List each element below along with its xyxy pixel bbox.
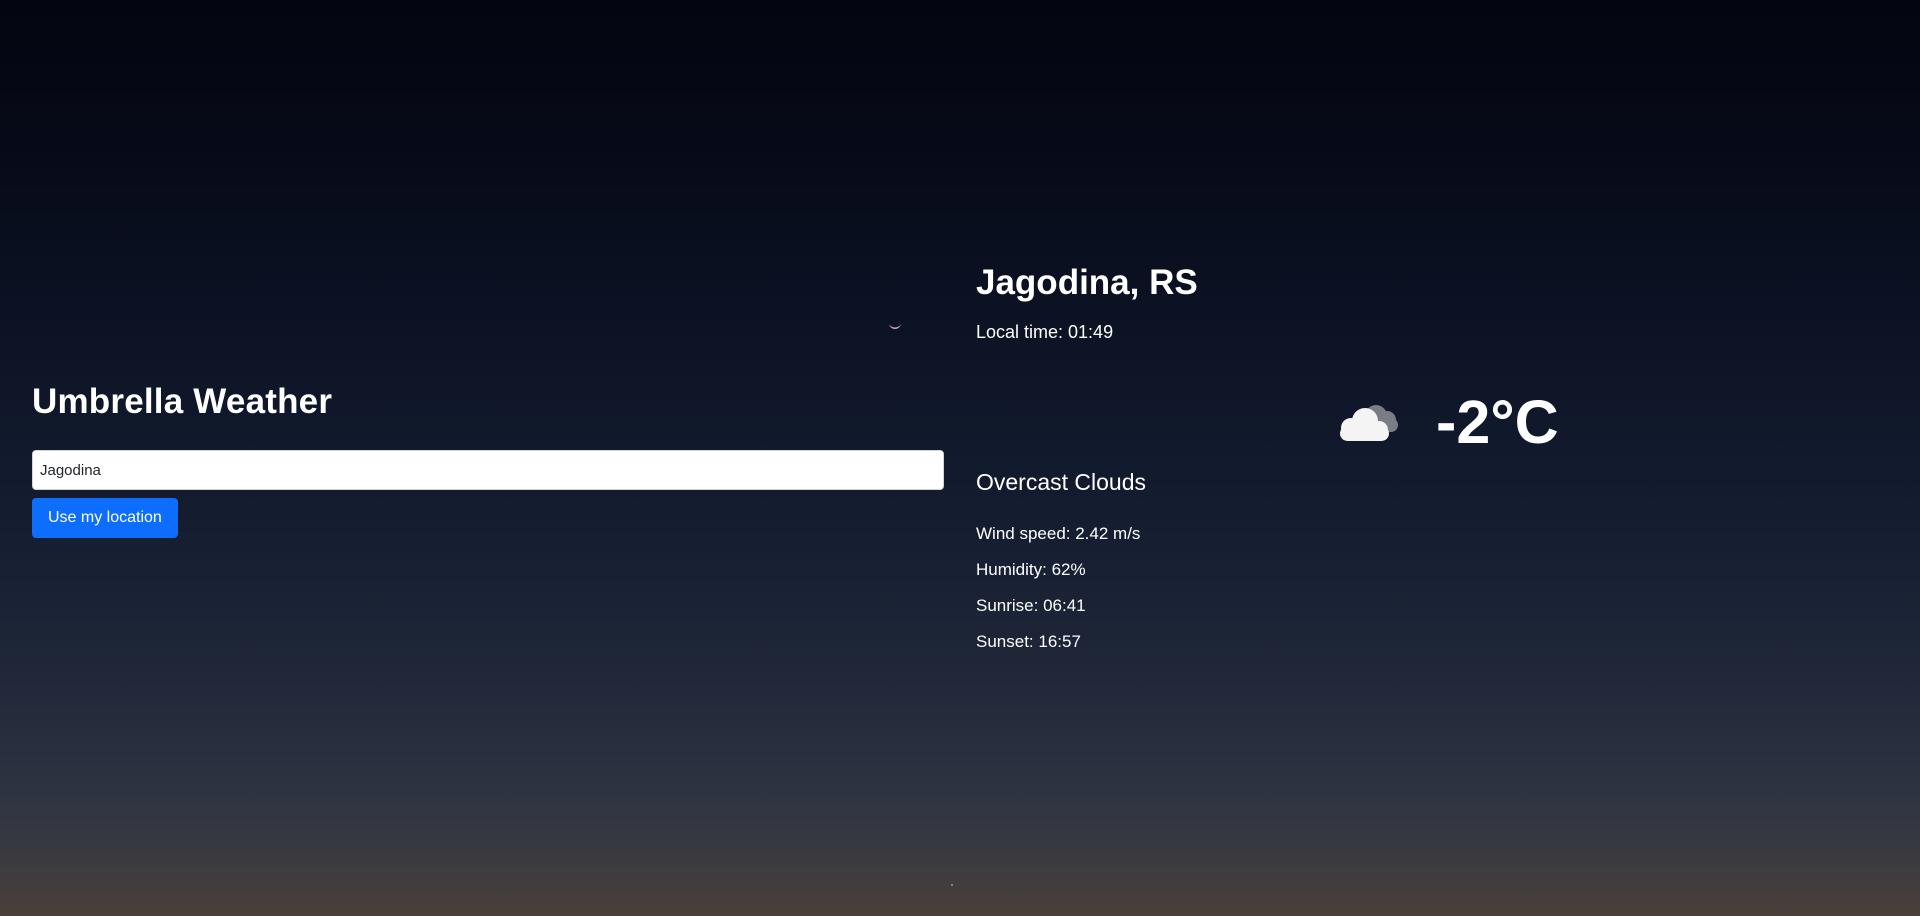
humidity: Humidity: 62% xyxy=(976,560,1086,579)
use-my-location-button[interactable]: Use my location xyxy=(32,498,178,538)
sunrise: Sunrise: 06:41 xyxy=(976,596,1086,615)
weather-panel: Jagodina, RS Local time: 01:49 -2°C Over… xyxy=(976,258,1676,651)
overcast-clouds-icon xyxy=(1340,405,1398,441)
current-conditions: -2°C xyxy=(1332,382,1559,462)
weather-details: Wind speed: 2.42 m/s Humidity: 62% Sunri… xyxy=(976,522,1140,666)
star-dot xyxy=(951,884,953,886)
wind-speed: Wind speed: 2.42 m/s xyxy=(976,524,1141,543)
temperature: -2°C xyxy=(1436,388,1559,456)
app-title: Umbrella Weather xyxy=(32,382,333,421)
weather-page: { "app": { "title": "Umbrella Weather" }… xyxy=(0,0,1920,916)
search-panel: Umbrella Weather Use my location xyxy=(32,376,944,538)
weather-description: Overcast Clouds xyxy=(976,469,1147,495)
city-search-input[interactable] xyxy=(32,450,944,490)
crescent-moon-icon xyxy=(889,323,901,329)
city-name: Jagodina, RS xyxy=(976,263,1198,302)
sunset: Sunset: 16:57 xyxy=(976,632,1081,651)
local-time: Local time: 01:49 xyxy=(976,322,1114,342)
